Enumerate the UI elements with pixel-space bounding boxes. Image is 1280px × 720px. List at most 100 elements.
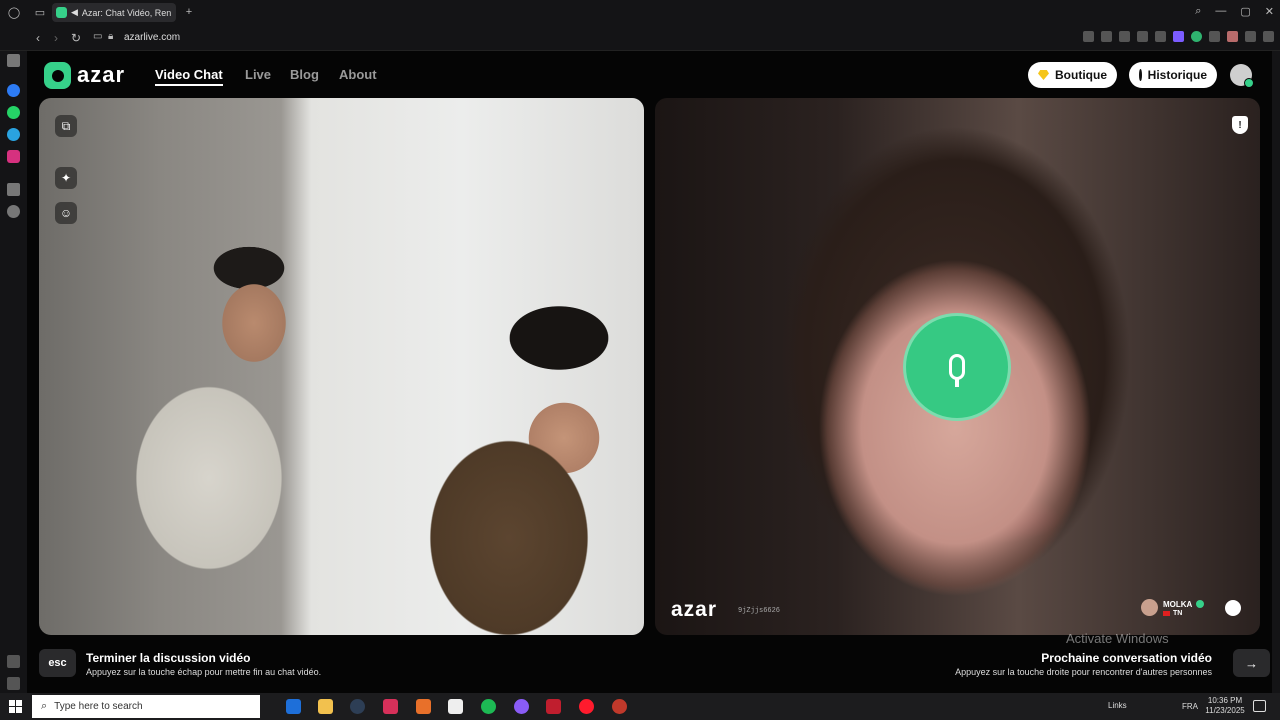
session-id: 9jZjjs6626 — [738, 607, 781, 615]
extension-icons — [1083, 31, 1274, 42]
opera-menu-icon[interactable]: ◯ — [6, 4, 22, 20]
end-chat-description: Appuyez sur la touche échap pour mettre … — [86, 667, 322, 677]
peer-name[interactable]: MOLKA — [1163, 600, 1192, 609]
heart-icon[interactable] — [1155, 31, 1166, 42]
settings-icon[interactable] — [7, 205, 20, 218]
next-chat-description: Appuyez sur la touche droite pour rencon… — [955, 667, 1212, 677]
minimize-icon[interactable]: — — [1215, 5, 1226, 18]
user-avatar[interactable] — [1230, 64, 1254, 88]
peer-country: TN — [1173, 610, 1183, 617]
remote-video: ! azar 9jZjjs6626 MOLKA TN — [655, 98, 1260, 635]
nav-video-chat[interactable]: Video Chat — [155, 67, 223, 86]
azar-page: azar Video Chat Live Blog About Boutique… — [27, 51, 1272, 693]
azar-watermark: azar — [671, 598, 718, 621]
layout-toggle-icon[interactable]: ⧉ — [55, 115, 77, 137]
boutique-button[interactable]: Boutique — [1028, 62, 1117, 88]
screenshot-icon[interactable] — [1101, 31, 1112, 42]
opera-sidebar — [0, 51, 27, 693]
search-tabs-icon[interactable]: ⌕ — [1195, 5, 1201, 18]
messenger-icon[interactable] — [7, 84, 20, 97]
tab-active[interactable]: ◀ Azar: Chat Vidéo, Ren — [52, 3, 176, 22]
nav-live[interactable]: Live — [245, 67, 271, 82]
forward-icon[interactable]: › — [54, 31, 58, 45]
menu-icon[interactable] — [1263, 31, 1274, 42]
play-icon[interactable] — [1137, 31, 1148, 42]
tradingview-icon[interactable] — [448, 699, 463, 714]
clock-date[interactable]: 11/23/2025 — [1202, 706, 1248, 715]
instagram-icon[interactable] — [7, 150, 20, 163]
maximize-icon[interactable]: ▢ — [1240, 5, 1250, 18]
nav-blog[interactable]: Blog — [290, 67, 319, 82]
app-round-icon[interactable] — [612, 699, 627, 714]
lock-icon: 🔒︎ — [108, 31, 114, 42]
next-chat-title: Prochaine conversation vidéo — [1041, 651, 1212, 665]
pin-icon[interactable] — [1083, 31, 1094, 42]
browser-tab-bar: ◯ ▭ ◀ Azar: Chat Vidéo, Ren + ⌕ — ▢ ✕ — [0, 0, 1280, 25]
notification-icon[interactable] — [1253, 700, 1266, 712]
close-icon[interactable]: ✕ — [1265, 5, 1274, 18]
aria-icon[interactable] — [1173, 31, 1184, 42]
search-placeholder: Type here to search — [54, 701, 143, 712]
historique-label: Historique — [1147, 68, 1207, 82]
browser-right-edge — [1272, 51, 1280, 693]
valorant-icon[interactable] — [383, 699, 398, 714]
more-icon[interactable] — [7, 677, 20, 690]
new-tab-icon[interactable]: + — [181, 4, 197, 20]
spotify-icon[interactable] — [481, 699, 496, 714]
whatsapp-icon[interactable] — [7, 106, 20, 119]
shield-ext-icon[interactable] — [1119, 31, 1130, 42]
app-red-icon[interactable] — [546, 699, 561, 714]
tab-menu-icon[interactable]: ▭ — [32, 4, 48, 20]
gx-icon[interactable] — [7, 655, 20, 668]
mic-indicator — [903, 313, 1011, 421]
language-indicator[interactable]: FRA — [1182, 702, 1198, 711]
vpn-icon[interactable] — [1191, 31, 1202, 42]
azar-favicon-icon — [56, 7, 67, 18]
nav-about[interactable]: About — [339, 67, 377, 82]
sticker-icon[interactable]: ☺ — [55, 202, 77, 224]
microphone-icon — [949, 354, 965, 387]
effects-icon[interactable]: ✦ — [55, 167, 77, 189]
discord-icon[interactable] — [514, 699, 529, 714]
esc-key-button[interactable]: esc — [39, 649, 76, 677]
peer-avatar[interactable] — [1141, 599, 1158, 616]
puzzle-icon[interactable] — [1209, 31, 1220, 42]
next-arrow-button[interactable]: → — [1233, 649, 1270, 677]
tray-links[interactable]: Links — [1108, 701, 1127, 710]
tab-title: Azar: Chat Vidéo, Ren — [81, 7, 172, 18]
clock-time[interactable]: 10:36 PM — [1207, 696, 1243, 705]
boutique-label: Boutique — [1055, 68, 1107, 82]
end-chat-title: Terminer la discussion vidéo — [86, 651, 251, 665]
extensions-icon[interactable] — [7, 183, 20, 196]
file-explorer-icon[interactable] — [318, 699, 333, 714]
steam-icon[interactable] — [350, 699, 365, 714]
home-icon[interactable] — [7, 54, 20, 67]
historique-button[interactable]: Historique — [1129, 62, 1217, 88]
windows-taskbar: ⌕ Type here to search Links FRA 10:36 PM… — [0, 693, 1280, 720]
speaker-icon: ◀ — [71, 7, 78, 17]
azar-logo-icon[interactable] — [44, 62, 71, 89]
azar-logo-text[interactable]: azar — [77, 62, 125, 88]
snapshot-icon[interactable]: ▭ — [93, 31, 102, 42]
store-icon[interactable] — [286, 699, 301, 714]
taskbar-search[interactable]: ⌕ Type here to search — [32, 695, 260, 718]
verified-icon — [1196, 600, 1204, 608]
windows-start-icon[interactable] — [9, 700, 22, 713]
gem-icon — [1038, 70, 1049, 80]
opera-gx-icon[interactable] — [579, 699, 594, 714]
local-video: ⧉ ✦ ☺ — [39, 98, 644, 635]
address-bar: ‹ › ↻ ▭ 🔒︎ azarlive.com — [0, 25, 1280, 51]
chat-icon[interactable] — [1225, 600, 1241, 616]
url-field[interactable]: azarlive.com — [124, 32, 180, 43]
window-controls: ⌕ — ▢ ✕ — [1195, 5, 1274, 18]
activate-windows-watermark: Activate Windows — [1066, 631, 1169, 646]
profile-icon[interactable] — [1227, 31, 1238, 42]
clock-icon — [1139, 69, 1142, 81]
app-a-icon[interactable] — [416, 699, 431, 714]
flag-icon — [1163, 611, 1170, 616]
report-shield-icon[interactable]: ! — [1232, 116, 1248, 134]
reload-icon[interactable]: ↻ — [71, 31, 81, 45]
download-icon[interactable] — [1245, 31, 1256, 42]
back-icon[interactable]: ‹ — [36, 31, 40, 45]
telegram-icon[interactable] — [7, 128, 20, 141]
